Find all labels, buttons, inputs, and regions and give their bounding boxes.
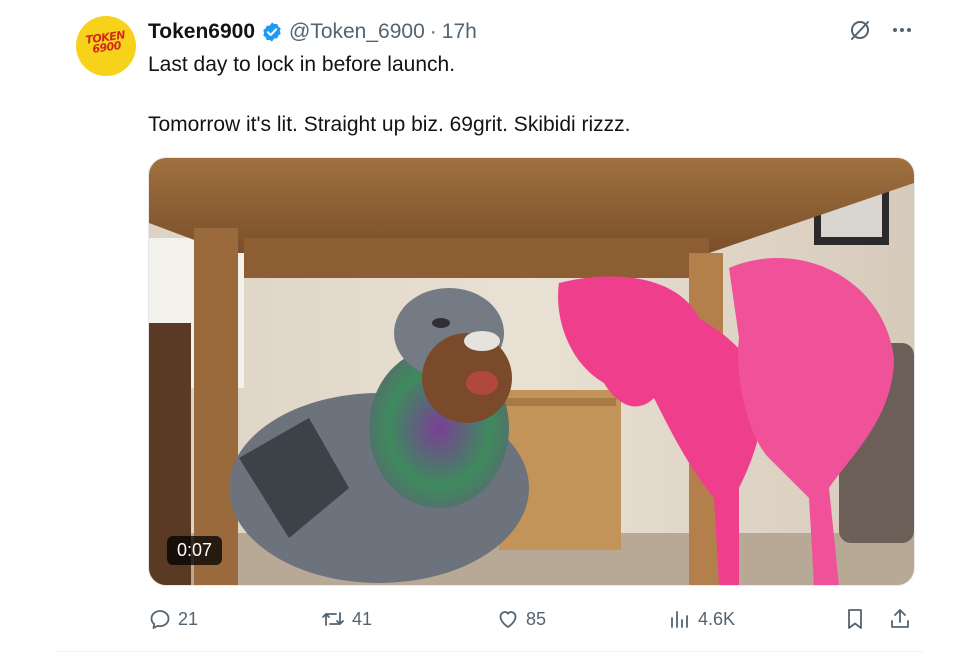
- repost-icon: [322, 612, 344, 626]
- tweet-text: Last day to lock in before launch. Tomor…: [148, 50, 908, 140]
- views-count: 4.6K: [698, 608, 736, 629]
- reply-count: 21: [178, 608, 199, 629]
- tweet-text-line-2: Tomorrow it's lit. Straight up biz. 69gr…: [148, 113, 631, 136]
- reply-icon: [150, 610, 170, 629]
- share-icon: [891, 609, 909, 628]
- bookmark-button[interactable]: [844, 604, 866, 634]
- tweet-divider: [56, 651, 924, 652]
- video-duration: 0:07: [167, 536, 223, 565]
- tweet-header: Token6900 @Token_6900 · 17h: [148, 18, 477, 46]
- timestamp[interactable]: 17h: [442, 20, 477, 44]
- video-player[interactable]: 0:07: [148, 157, 915, 586]
- action-bar: 21 41 85 4.6K: [148, 604, 913, 634]
- verified-badge-icon[interactable]: [261, 21, 283, 43]
- user-handle[interactable]: @Token_6900: [289, 20, 425, 44]
- like-icon: [499, 611, 517, 628]
- reply-button[interactable]: 21: [148, 604, 198, 634]
- display-name[interactable]: Token6900: [148, 20, 255, 44]
- avatar-logo-text: TOKEN 6900: [84, 28, 126, 56]
- tweet-text-line-1: Last day to lock in before launch.: [148, 53, 456, 76]
- like-button[interactable]: 85: [496, 604, 546, 634]
- share-button[interactable]: [888, 604, 912, 634]
- views-button[interactable]: 4.6K: [668, 604, 735, 634]
- more-icon[interactable]: [890, 18, 914, 42]
- bookmark-icon: [848, 609, 862, 629]
- views-icon: [671, 611, 688, 628]
- avatar[interactable]: TOKEN 6900: [76, 16, 136, 76]
- video-frame-image: [149, 158, 914, 585]
- like-count: 85: [526, 608, 547, 629]
- repost-count: 41: [352, 608, 373, 629]
- separator-dot: ·: [429, 20, 437, 43]
- grok-icon[interactable]: [848, 18, 872, 42]
- repost-button[interactable]: 41: [320, 604, 372, 634]
